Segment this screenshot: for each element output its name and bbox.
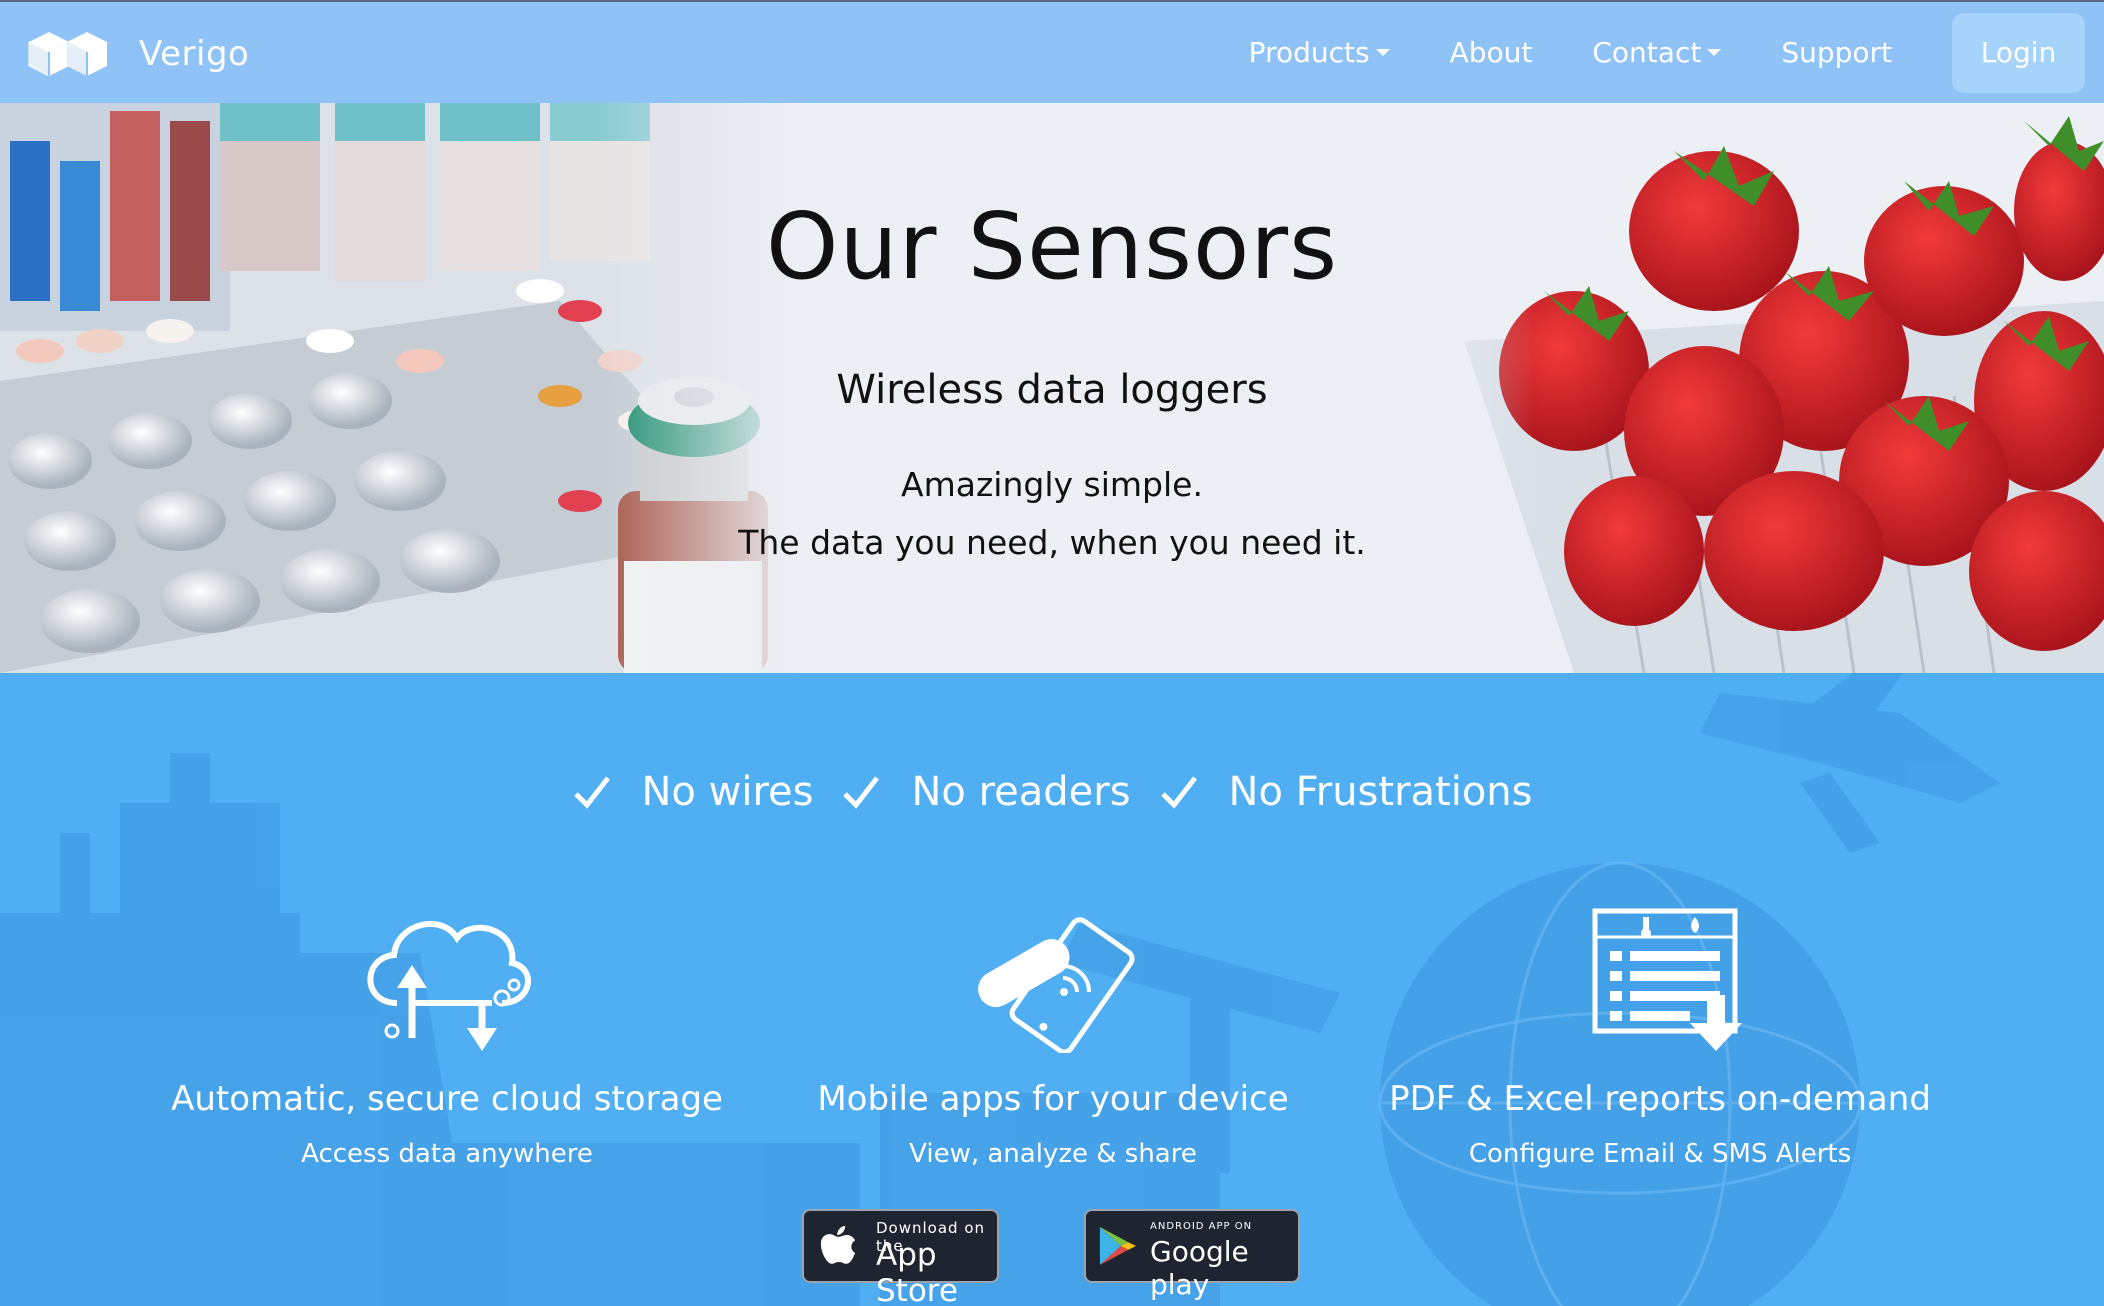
brand-name: Verigo: [139, 34, 250, 74]
feature-title: Mobile apps for your device: [817, 1079, 1289, 1119]
checkmark-icon: [1160, 776, 1197, 809]
benefits-checklist: No wires No readers No Frustrations: [0, 769, 2104, 815]
nav-links: Products About Contact Support Login: [1249, 2, 2104, 103]
hero-tagline-2: The data you need, when you need it.: [738, 523, 1366, 562]
app-store-label: App Store: [876, 1237, 958, 1306]
hero-subtitle: Wireless data loggers: [836, 367, 1268, 413]
verigo-logo-icon: [28, 32, 107, 77]
nav-about[interactable]: About: [1450, 36, 1533, 69]
check-label: No Frustrations: [1228, 769, 1533, 815]
nav-support[interactable]: Support: [1781, 36, 1892, 69]
feature-mobile-apps: Mobile apps for your device View, analyz…: [743, 903, 1363, 1169]
nav-about-label: About: [1449, 36, 1533, 69]
feature-subtitle: Configure Email & SMS Alerts: [1468, 1139, 1852, 1169]
google-play-button[interactable]: ANDROID APP ON Google play: [1084, 1209, 1300, 1301]
google-play-label: Google play: [1150, 1235, 1249, 1301]
cloud-storage-icon: [367, 920, 531, 1051]
feature-subtitle: Access data anywhere: [301, 1139, 593, 1169]
nav-contact[interactable]: Contact: [1592, 36, 1722, 69]
nav-contact-label: Contact: [1592, 36, 1702, 69]
nav-support-label: Support: [1781, 36, 1892, 69]
nav-products-label: Products: [1248, 36, 1370, 69]
login-button[interactable]: Login: [1952, 12, 2085, 93]
check-item-no-readers: No readers: [841, 769, 1131, 815]
checkmark-icon: [573, 776, 610, 809]
feature-cloud-storage: Automatic, secure cloud storage Access d…: [137, 903, 757, 1169]
mobile-sensor-icon: [978, 917, 1135, 1053]
report-download-icon: [1592, 908, 1742, 1051]
app-store-button[interactable]: Download on the App Store: [802, 1209, 999, 1306]
nav-products[interactable]: Products: [1249, 36, 1390, 69]
hero-tagline-1: Amazingly simple.: [901, 465, 1203, 504]
check-item-no-frustrations: No Frustrations: [1159, 769, 1533, 815]
apple-icon: [820, 1226, 856, 1264]
hero-banner: Our Sensors Wireless data loggers Amazin…: [0, 101, 2104, 673]
hero-content: Our Sensors Wireless data loggers Amazin…: [0, 101, 2104, 673]
feature-title: Automatic, secure cloud storage: [171, 1079, 723, 1119]
features-section: No wires No readers No Frustrations Auto…: [0, 673, 2104, 1306]
chevron-down-icon: [1707, 49, 1722, 56]
feature-reports: PDF & Excel reports on-demand Configure …: [1350, 903, 1970, 1169]
google-play-small-label: ANDROID APP ON: [1150, 1221, 1253, 1232]
checkmark-icon: [843, 776, 880, 809]
chevron-down-icon: [1375, 49, 1390, 56]
check-label: No readers: [911, 769, 1131, 815]
feature-subtitle: View, analyze & share: [909, 1139, 1197, 1169]
brand[interactable]: Verigo: [27, 28, 249, 80]
check-item-no-wires: No wires: [572, 769, 814, 815]
check-label: No wires: [641, 769, 814, 815]
page-title: Our Sensors: [765, 193, 1339, 300]
feature-title: PDF & Excel reports on-demand: [1389, 1079, 1931, 1119]
top-navbar: Verigo Products About Contact Support Lo…: [0, 0, 2104, 103]
google-play-icon: [1099, 1227, 1136, 1265]
